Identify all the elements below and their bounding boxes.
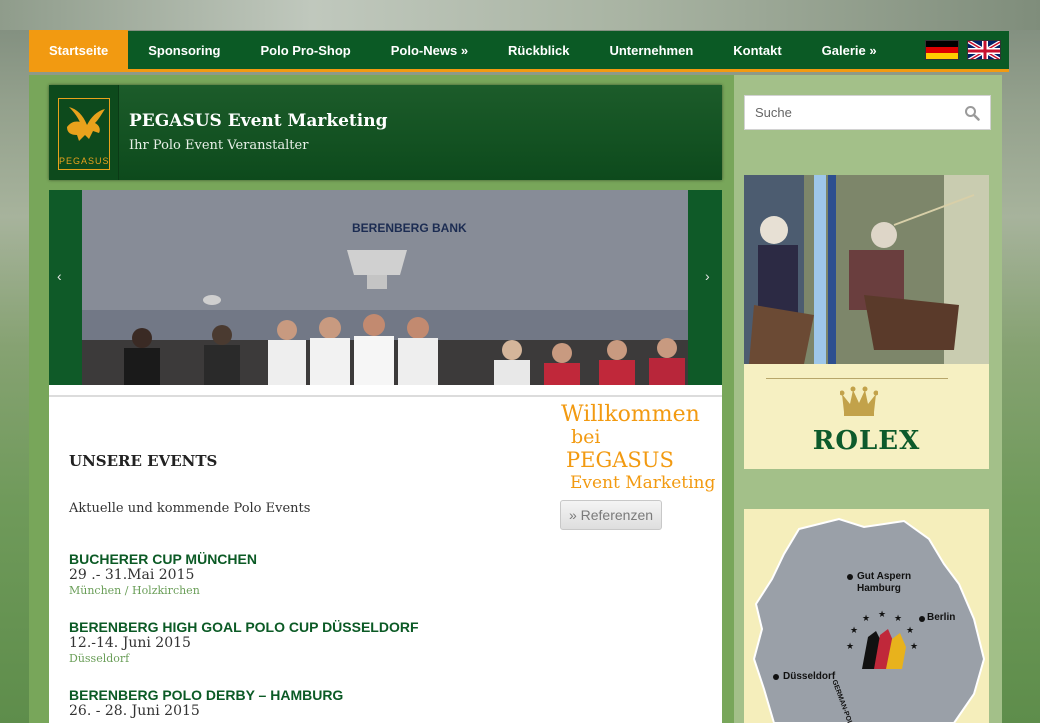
map-city-label: Düsseldorf bbox=[783, 671, 836, 682]
welcome-message: Willkommen bei PEGASUS Event Marketing bbox=[561, 403, 715, 495]
main-navigation: Startseite Sponsoring Polo Pro-Shop Polo… bbox=[29, 29, 1009, 72]
map-city-label: Gut Aspern bbox=[857, 571, 912, 582]
background-top bbox=[0, 0, 1040, 30]
banner-text: BERENBERG BANK bbox=[352, 221, 467, 235]
event-date: 29 .- 31.Mai 2015 bbox=[69, 567, 195, 583]
svg-text:★: ★ bbox=[878, 610, 886, 620]
logo-text: PEGASUS bbox=[59, 156, 110, 166]
svg-text:★: ★ bbox=[910, 642, 918, 652]
nav-item-polo-news[interactable]: Polo-News » bbox=[371, 30, 488, 71]
nav-item-unternehmen[interactable]: Unternehmen bbox=[589, 30, 713, 71]
divider-line bbox=[766, 378, 948, 379]
slider-image: BERENBERG BANK bbox=[82, 190, 688, 385]
search-icon[interactable] bbox=[964, 105, 980, 121]
svg-text:★: ★ bbox=[850, 626, 858, 636]
sidebar: ROLEX ★ ★ ★ ★ ★ ★ ★ bbox=[734, 75, 1002, 723]
content-divider bbox=[49, 395, 722, 397]
site-header: PEGASUS PEGASUS Event Marketing Ihr Polo… bbox=[49, 85, 722, 180]
crown-icon bbox=[840, 386, 878, 416]
content-area: UNSERE EVENTS Aktuelle und kommende Polo… bbox=[49, 385, 722, 723]
rolex-panel: ROLEX bbox=[744, 364, 989, 469]
event-location: München / Holzkirchen bbox=[69, 584, 200, 597]
pegasus-logo-icon bbox=[67, 107, 105, 141]
search-input[interactable] bbox=[755, 105, 955, 120]
event-title[interactable]: BUCHERER CUP MÜNCHEN bbox=[69, 551, 257, 567]
nav-item-rueckblick[interactable]: Rückblick bbox=[488, 30, 589, 71]
events-heading: UNSERE EVENTS bbox=[69, 452, 218, 470]
nav-item-kontakt[interactable]: Kontakt bbox=[713, 30, 801, 71]
image-slider: ‹ BERENBERG BANK › bbox=[49, 190, 722, 385]
welcome-line: PEGASUS bbox=[566, 448, 674, 472]
event-title[interactable]: BERENBERG HIGH GOAL POLO CUP DÜSSELDORF bbox=[69, 619, 419, 635]
german-polo-tour-map[interactable]: ★ ★ ★ ★ ★ ★ ★ Gut Aspern Hamburg Berlin … bbox=[744, 509, 989, 723]
svg-text:★: ★ bbox=[862, 614, 870, 624]
map-city-label: Hamburg bbox=[857, 583, 901, 594]
nav-item-startseite[interactable]: Startseite bbox=[29, 29, 129, 71]
language-switcher bbox=[925, 40, 1009, 60]
trophy-photo: BERENBERG BANK bbox=[82, 190, 688, 385]
search-box bbox=[744, 95, 991, 130]
nav-item-galerie[interactable]: Galerie » bbox=[802, 30, 897, 71]
site-tagline: Ihr Polo Event Veranstalter bbox=[129, 138, 309, 153]
event-title[interactable]: BERENBERG POLO DERBY – HAMBURG bbox=[69, 687, 343, 703]
site-logo[interactable]: PEGASUS bbox=[49, 85, 119, 180]
event-item: BUCHERER CUP MÜNCHEN 29 .- 31.Mai 2015 M… bbox=[69, 551, 257, 597]
main-column: PEGASUS PEGASUS Event Marketing Ihr Polo… bbox=[29, 75, 734, 723]
slider-prev-arrow[interactable]: ‹ bbox=[57, 268, 62, 284]
event-date: 12.-14. Juni 2015 bbox=[69, 635, 191, 651]
rolex-brand-text: ROLEX bbox=[812, 426, 921, 456]
svg-text:★: ★ bbox=[846, 642, 854, 652]
events-subtitle: Aktuelle und kommende Polo Events bbox=[69, 501, 311, 516]
referenzen-button[interactable]: » Referenzen bbox=[560, 500, 662, 530]
event-location: Düsseldorf bbox=[69, 652, 130, 665]
logo-frame: PEGASUS bbox=[58, 98, 110, 170]
map-city-label: Berlin bbox=[927, 612, 956, 623]
welcome-line: bei bbox=[571, 426, 601, 448]
slider-next-arrow[interactable]: › bbox=[705, 268, 710, 284]
svg-text:★: ★ bbox=[894, 614, 902, 624]
event-item: BERENBERG HIGH GOAL POLO CUP DÜSSELDORF … bbox=[69, 619, 419, 665]
page-wrapper: Startseite Sponsoring Polo Pro-Shop Polo… bbox=[29, 29, 1009, 723]
welcome-line: Willkommen bbox=[561, 402, 700, 427]
polo-players-photo bbox=[744, 175, 989, 364]
uk-flag-icon[interactable] bbox=[967, 40, 1001, 60]
event-date: 26. - 28. Juni 2015 bbox=[69, 703, 200, 719]
german-flag-icon[interactable] bbox=[925, 40, 959, 60]
nav-item-polo-pro-shop[interactable]: Polo Pro-Shop bbox=[240, 30, 370, 71]
rolex-ad[interactable]: ROLEX bbox=[744, 175, 989, 469]
svg-text:★: ★ bbox=[906, 626, 914, 636]
site-title[interactable]: PEGASUS Event Marketing bbox=[129, 111, 387, 131]
event-item: BERENBERG POLO DERBY – HAMBURG 26. - 28.… bbox=[69, 687, 343, 719]
nav-item-sponsoring[interactable]: Sponsoring bbox=[128, 30, 240, 71]
welcome-line: Event Marketing bbox=[570, 473, 716, 493]
